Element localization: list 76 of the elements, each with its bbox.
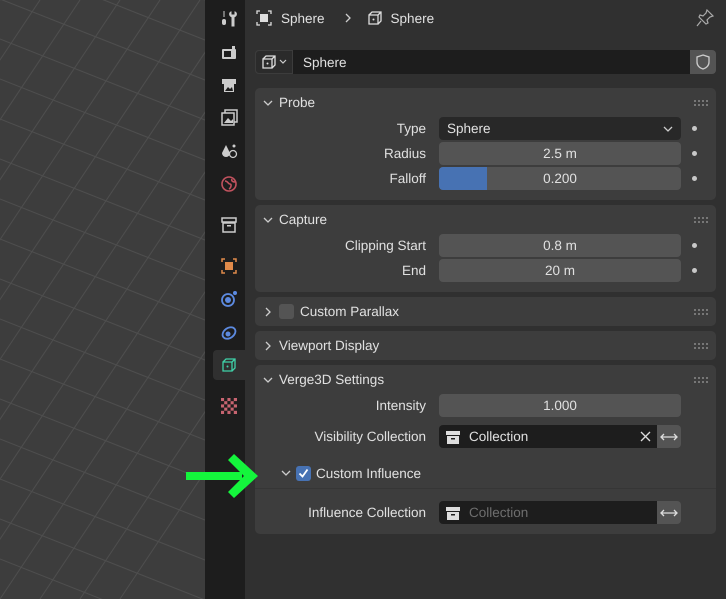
panel-header[interactable]: Capture (255, 205, 716, 234)
wrench-screwdriver-icon (220, 10, 238, 28)
subpanel-toggle[interactable] (281, 468, 291, 478)
swap-button[interactable] (657, 501, 681, 524)
breadcrumb-item: Sphere (281, 10, 325, 26)
subpanel-title: Custom Influence (316, 466, 422, 480)
number-field[interactable]: 2.5 m (439, 142, 681, 165)
double-arrow-icon (660, 432, 678, 442)
archive-box-icon (220, 216, 238, 234)
panel-header[interactable]: Verge3D Settings (255, 365, 716, 394)
shield-icon (695, 54, 711, 70)
pin-icon[interactable] (696, 9, 714, 27)
field-label: Radius (382, 146, 427, 161)
drag-handle-icon[interactable] (694, 100, 708, 106)
drop-sphere-icon (220, 142, 238, 160)
keyframe-dot-icon[interactable] (692, 268, 697, 273)
datablock-name-field[interactable]: Sphere (293, 50, 690, 74)
cube-icon (261, 54, 277, 70)
printer-icon (220, 76, 238, 94)
cube-icon (221, 357, 237, 373)
drag-handle-icon[interactable] (694, 376, 708, 382)
panel-title: Probe (279, 95, 316, 110)
fake-user-button[interactable] (690, 50, 716, 74)
keyframe-dot-icon[interactable] (692, 126, 697, 131)
field-label: Visibility Collection (313, 429, 427, 444)
properties-tab[interactable] (213, 350, 245, 380)
archive-box-icon (445, 504, 461, 520)
chevron-right-icon (342, 13, 353, 23)
panel-title: Viewport Display (279, 338, 380, 353)
square-frame-icon (220, 257, 238, 275)
orbit-dot-icon (220, 290, 238, 308)
panel-header[interactable]: Custom Parallax (255, 297, 716, 326)
field-label: Clipping Start (344, 238, 427, 253)
square-frame-icon (255, 9, 273, 27)
checkbox[interactable] (296, 466, 311, 480)
panel-title: Custom Parallax (300, 304, 400, 319)
collection-field[interactable]: Collection (439, 425, 657, 448)
chevron-down-icon (263, 214, 273, 224)
field-label: Falloff (388, 171, 427, 186)
panel-header[interactable]: Viewport Display (255, 331, 716, 360)
globe-icon (220, 175, 238, 193)
number-field[interactable]: 0.8 m (439, 234, 681, 257)
close-icon[interactable] (640, 431, 651, 442)
checker-icon (220, 397, 238, 415)
image-stack-icon (220, 109, 238, 127)
panel-title: Capture (279, 212, 328, 227)
drag-handle-icon[interactable] (694, 308, 708, 314)
field-label: Type (396, 121, 427, 136)
field-label: Intensity (374, 398, 427, 413)
field-label: Influence Collection (307, 505, 427, 520)
chevron-down-icon (263, 374, 273, 384)
double-arrow-icon (660, 508, 678, 518)
camera-back-icon (220, 43, 238, 61)
chevron-down-icon (281, 468, 291, 478)
drag-handle-icon[interactable] (694, 342, 708, 348)
caret-icon (279, 58, 287, 66)
keyframe-dot-icon[interactable] (692, 243, 697, 248)
chevron-down-icon (263, 98, 273, 108)
panel-title: Verge3D Settings (279, 372, 384, 387)
chevron-right-icon (263, 340, 273, 350)
panel-header[interactable]: Probe (255, 88, 716, 117)
keyframe-dot-icon[interactable] (692, 176, 697, 181)
breadcrumb-item: Sphere (390, 10, 434, 26)
slider-field[interactable]: 0.200 (439, 167, 681, 190)
archive-box-icon (445, 428, 461, 444)
chevron-down-icon (663, 124, 673, 134)
drag-handle-icon[interactable] (694, 216, 708, 222)
number-field[interactable]: 20 m (439, 259, 681, 282)
dropdown[interactable]: Sphere (439, 117, 681, 140)
swap-button[interactable] (657, 425, 681, 448)
field-label: End (400, 263, 427, 278)
cube-icon (366, 10, 383, 26)
datablock-type-button[interactable] (255, 50, 293, 74)
chevron-right-icon (263, 306, 273, 316)
keyframe-dot-icon[interactable] (692, 151, 697, 156)
number-field[interactable]: 1.000 (439, 394, 681, 417)
